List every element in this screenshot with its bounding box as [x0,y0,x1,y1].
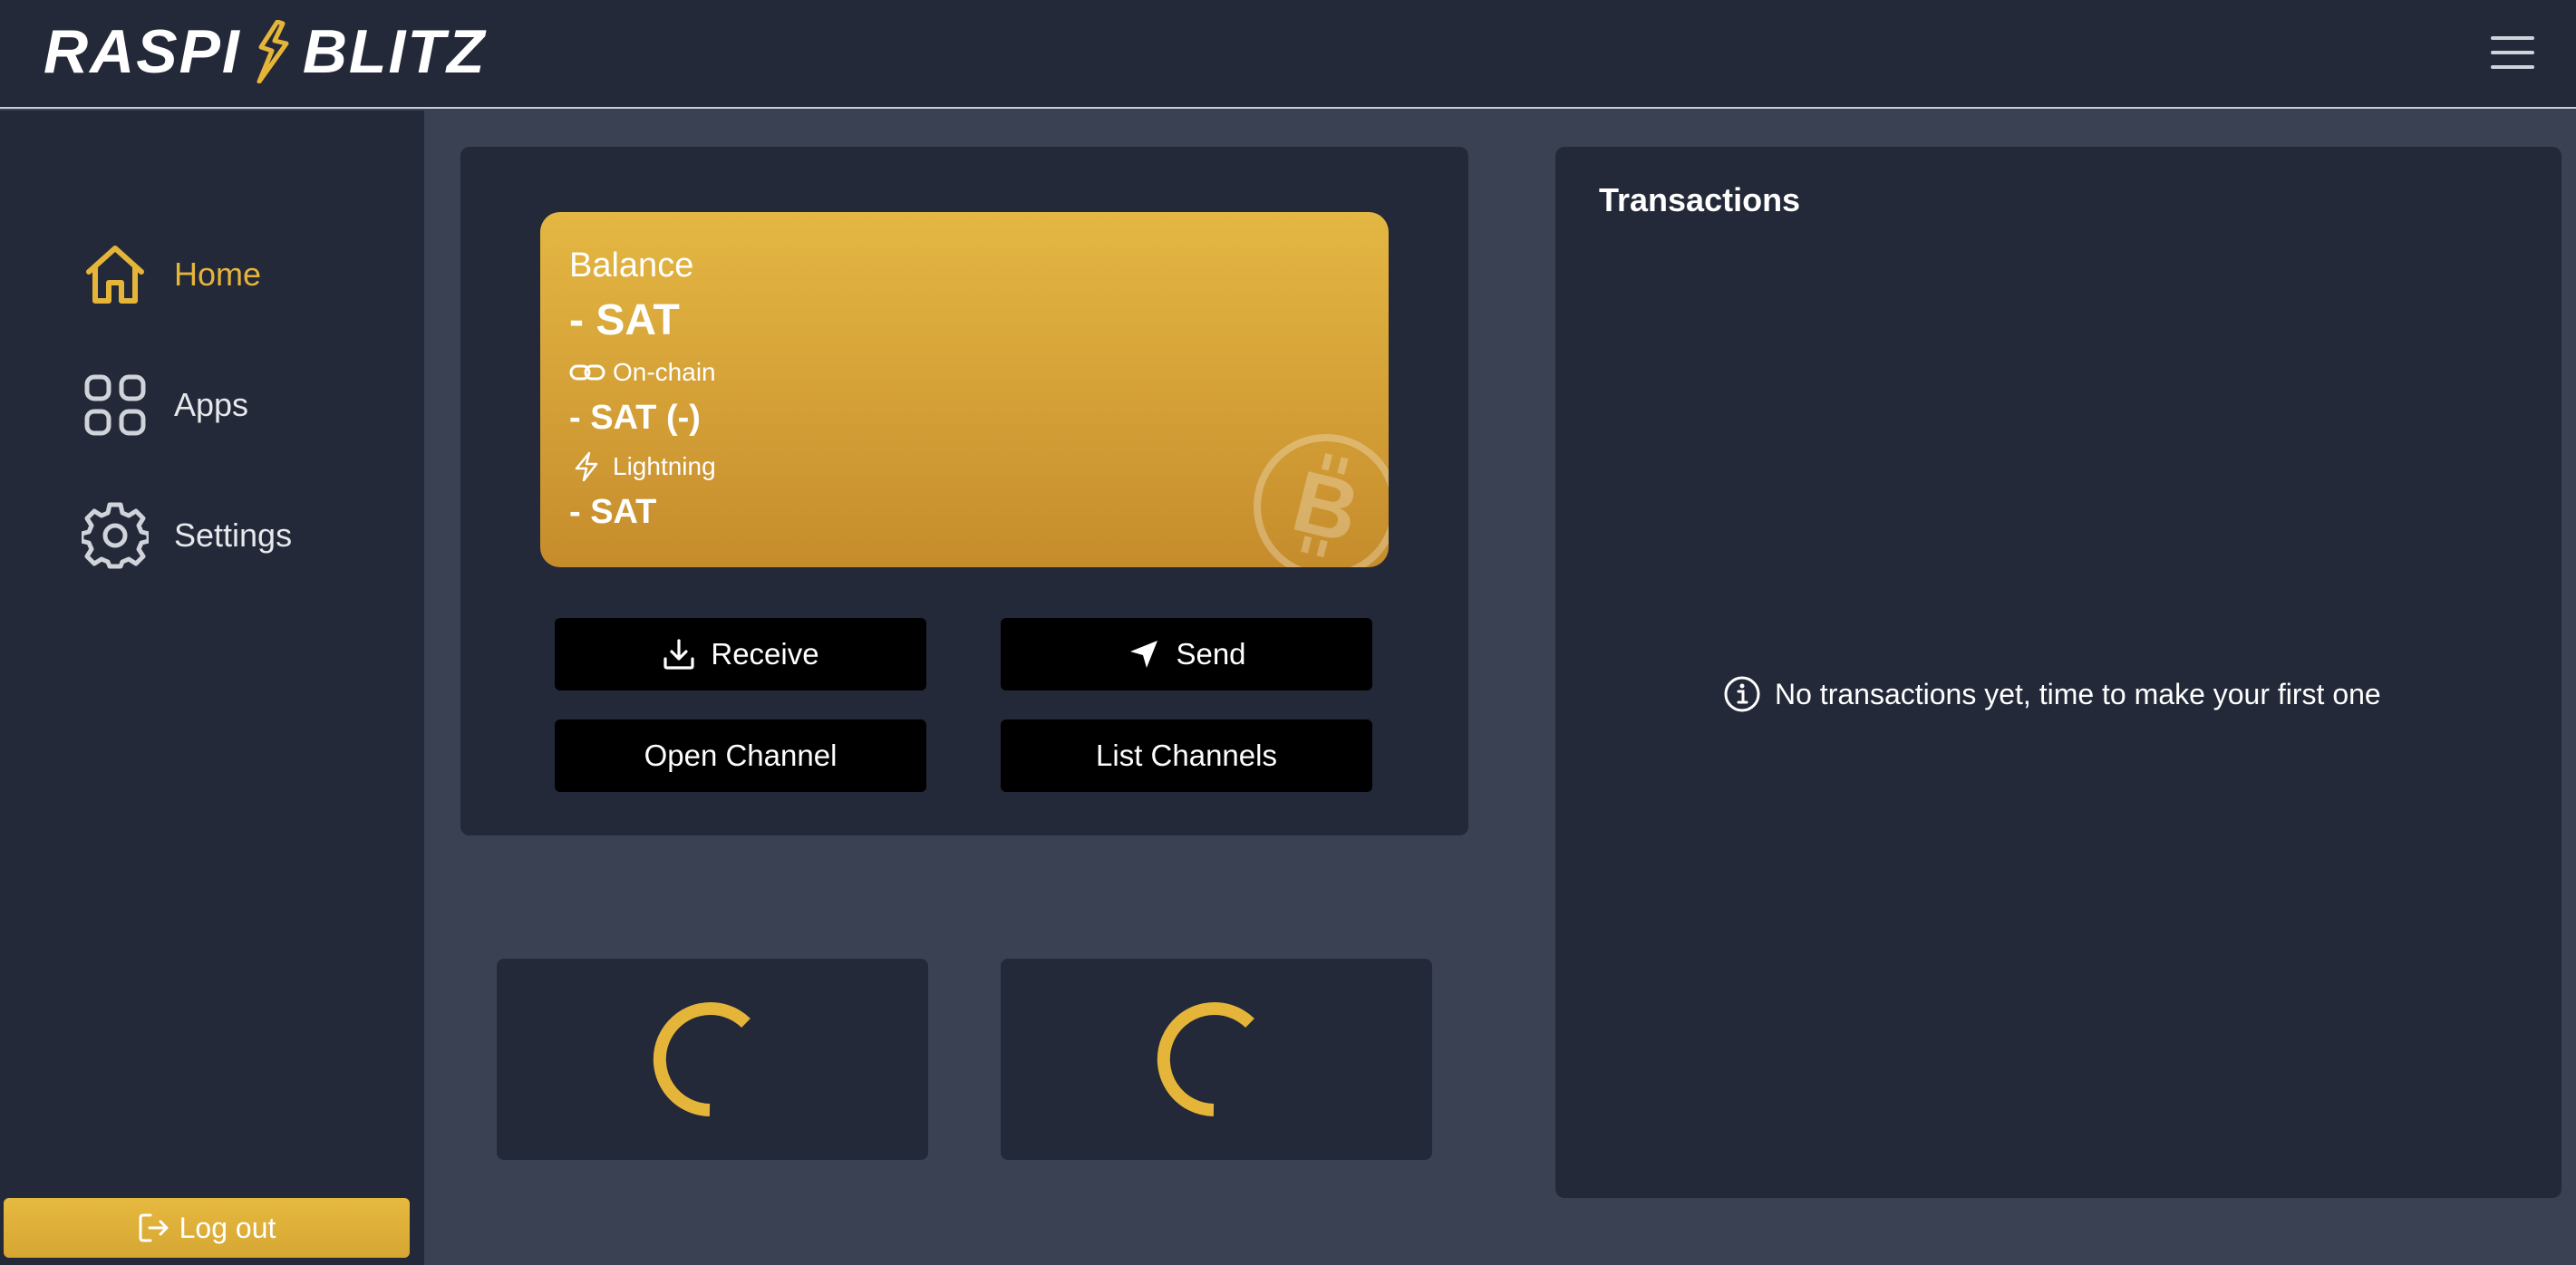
receive-label: Receive [711,637,819,671]
open-channel-label: Open Channel [644,739,838,772]
lightning-icon [575,451,598,482]
sidebar-item-label: Home [174,256,262,293]
home-icon [86,246,144,304]
onchain-value: - SAT (-) [569,399,701,437]
loading-widget [1001,959,1432,1160]
empty-message: No transactions yet, time to make your f… [1775,677,2381,710]
hamburger-menu-icon[interactable] [2487,27,2538,78]
send-arrow-icon [1130,641,1158,668]
loading-spinner-icon [1157,1002,1254,1116]
transactions-panel [1555,147,2561,1198]
balance-title: Balance [569,246,694,285]
logo-text-right: BLITZ [302,17,487,86]
send-button[interactable]: Send [1001,618,1372,690]
onchain-label: On-chain [613,358,716,386]
lightning-label: Lightning [613,452,716,480]
download-icon [663,639,694,670]
send-label: Send [1176,637,1246,671]
transactions-empty-state: No transactions yet, time to make your f… [1722,674,2381,714]
loading-widget [497,959,928,1160]
receive-button[interactable]: Receive [555,618,926,690]
open-channel-button[interactable]: Open Channel [555,719,926,792]
onchain-row: On-chain [569,357,716,388]
info-icon [1724,676,1760,712]
bitcoin-watermark-icon: B [1254,434,1389,567]
sidebar: Home Apps Settings Log out [0,111,424,1265]
lightning-value: - SAT [569,493,657,531]
gear-icon [82,502,149,569]
link-icon [569,364,605,381]
transactions-title: Transactions [1599,181,1801,218]
logout-icon [139,1213,169,1242]
logo-text-left: RASPI [44,17,241,86]
sidebar-item-settings[interactable]: Settings [82,495,390,576]
balance-total: - SAT [569,296,680,344]
logout-label: Log out [179,1211,276,1244]
sidebar-item-home[interactable]: Home [82,234,390,315]
sidebar-item-label: Settings [174,517,293,554]
list-channels-button[interactable]: List Channels [1001,719,1372,792]
apps-grid-icon [84,374,146,436]
loading-spinner-icon [653,1002,751,1116]
sidebar-item-apps[interactable]: Apps [82,364,390,446]
logout-button[interactable]: Log out [4,1198,410,1258]
sidebar-item-label: Apps [174,386,249,423]
lightning-row: Lightning [569,451,716,482]
balance-card: Balance - SAT On-chain - SAT (-) Lightni… [540,212,1389,567]
list-channels-label: List Channels [1096,739,1277,772]
raspiblitz-logo[interactable]: RASPI BLITZ [44,17,487,86]
top-header: RASPI BLITZ [0,0,2576,109]
bolt-icon [257,20,289,83]
